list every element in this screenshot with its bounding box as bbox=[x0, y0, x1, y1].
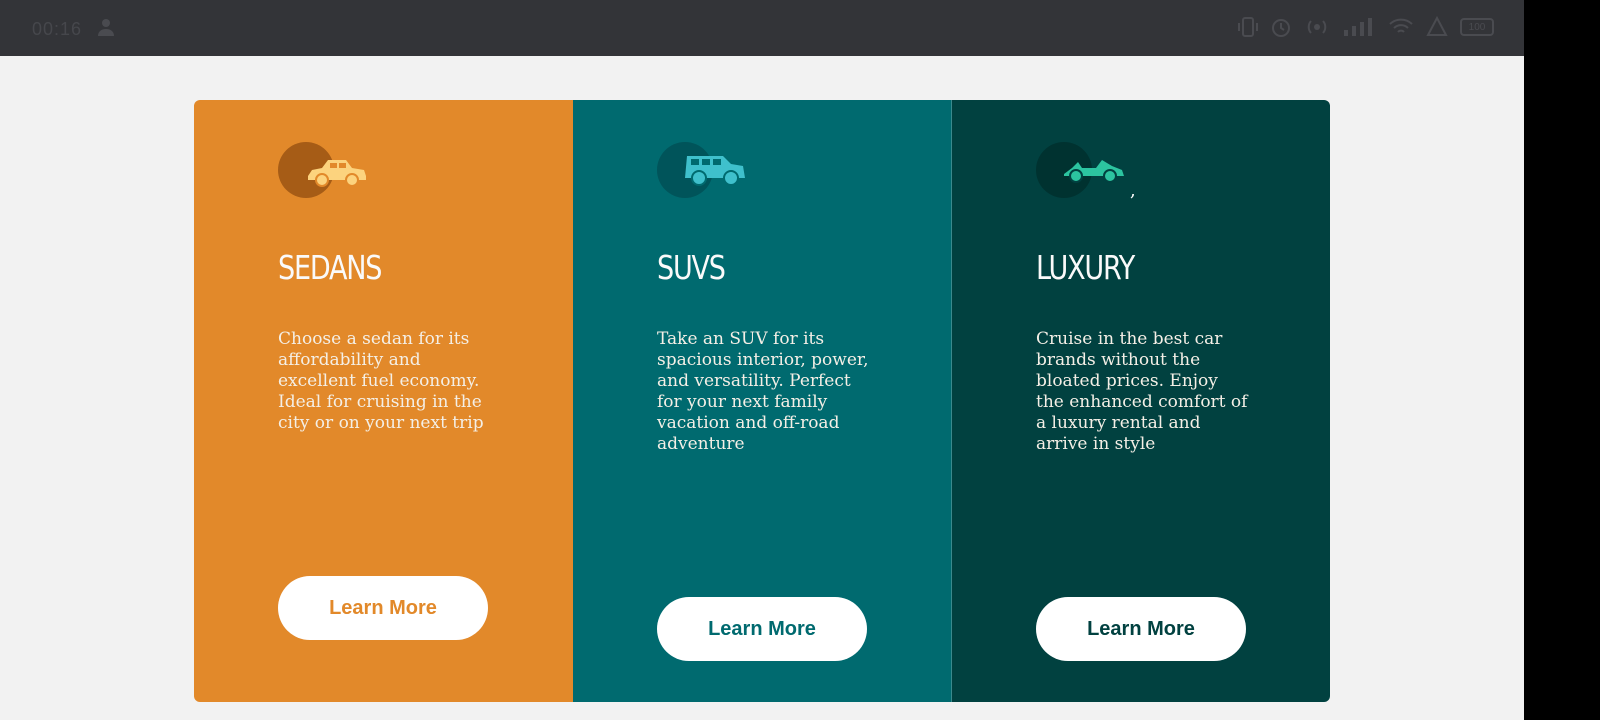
learn-more-button[interactable]: Learn More bbox=[1036, 597, 1246, 661]
card-title: SUVS bbox=[657, 248, 726, 287]
alarm-icon bbox=[1270, 16, 1292, 38]
card-description: Cruise in the best car brands without th… bbox=[1036, 329, 1248, 454]
vibrate-icon bbox=[1238, 16, 1258, 38]
card-luxury: , LUXURY Cruise in the best car brands w… bbox=[952, 100, 1330, 702]
sedan-car-icon bbox=[308, 160, 366, 187]
hotspot-icon bbox=[1304, 16, 1330, 38]
battery-icon: 100 bbox=[1460, 18, 1494, 36]
luxury-icon-badge: , bbox=[1036, 142, 1136, 202]
status-time: 00:16 bbox=[32, 18, 83, 39]
person-icon bbox=[96, 17, 116, 41]
suv-icon-badge bbox=[657, 142, 757, 202]
card-title: LUXURY bbox=[1036, 248, 1135, 287]
card-sedans: SEDANS Choose a sedan for its affordabil… bbox=[194, 100, 573, 702]
learn-more-button[interactable]: Learn More bbox=[657, 597, 867, 661]
status-bar-left: 00:16 bbox=[32, 17, 116, 41]
card-description: Take an SUV for its spacious interior, p… bbox=[657, 329, 869, 454]
status-bar-right: 100 bbox=[1238, 16, 1494, 38]
car-category-cards: SEDANS Choose a sedan for its affordabil… bbox=[194, 100, 1330, 702]
card-title: SEDANS bbox=[278, 248, 382, 287]
notification-icon bbox=[1426, 16, 1448, 38]
stray-comma-mark: , bbox=[1130, 180, 1136, 201]
card-description: Choose a sedan for its affordability and… bbox=[278, 329, 484, 433]
suv-car-icon bbox=[685, 156, 745, 186]
sedan-icon-badge bbox=[278, 142, 378, 202]
app-screen: 00:16 100 SEDANS Choose a sedan for its … bbox=[0, 0, 1524, 720]
status-bar: 00:16 100 bbox=[0, 0, 1524, 56]
luxury-car-icon bbox=[1064, 160, 1124, 183]
wifi-icon bbox=[1388, 16, 1414, 38]
card-suvs: SUVS Take an SUV for its spacious interi… bbox=[573, 100, 952, 702]
signal-icon bbox=[1342, 16, 1376, 38]
learn-more-button[interactable]: Learn More bbox=[278, 576, 488, 640]
